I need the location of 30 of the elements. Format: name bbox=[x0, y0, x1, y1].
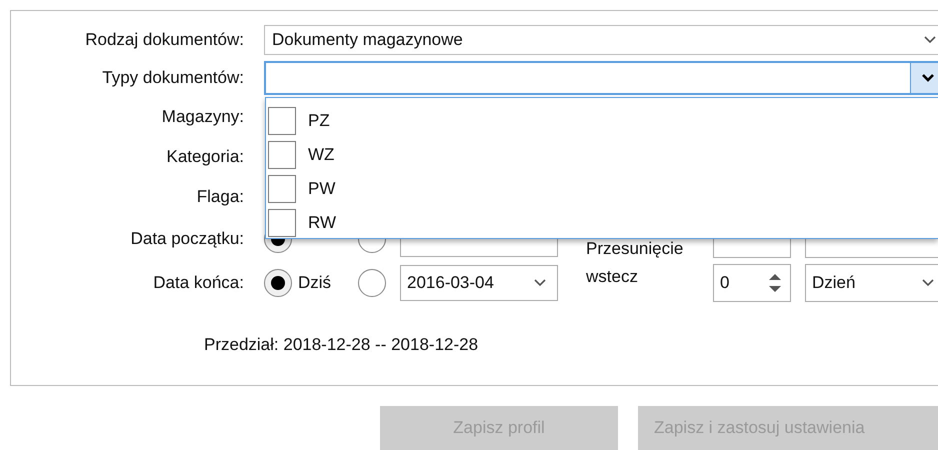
field-label: Flaga: bbox=[196, 186, 244, 208]
chevron-down-icon bbox=[921, 278, 935, 288]
option-label[interactable]: PW bbox=[308, 179, 336, 199]
radio-button[interactable] bbox=[264, 269, 292, 297]
option-label[interactable]: PZ bbox=[308, 111, 330, 131]
dropdown-toggle[interactable] bbox=[910, 63, 938, 93]
document-kind-select[interactable]: Dokumenty magazynowe bbox=[264, 25, 938, 55]
field-label: Kategoria: bbox=[166, 146, 244, 168]
chevron-down-icon bbox=[921, 73, 935, 83]
radio-label: Dziś bbox=[298, 273, 332, 293]
checkbox[interactable] bbox=[268, 175, 296, 203]
field-label: Data początku: bbox=[130, 229, 244, 249]
spinner-arrows-icon bbox=[768, 271, 782, 295]
range-text: Przedział: 2018-12-28 -- 2018-12-28 bbox=[203, 334, 480, 355]
checkbox[interactable] bbox=[268, 107, 296, 135]
checkbox[interactable] bbox=[268, 209, 296, 237]
checkbox[interactable] bbox=[268, 141, 296, 169]
date-picker[interactable]: 2016-03-04 bbox=[400, 265, 558, 301]
option-label[interactable]: RW bbox=[308, 213, 336, 233]
unit-select[interactable]: Dzień bbox=[805, 264, 938, 302]
option-label[interactable]: WZ bbox=[308, 145, 334, 165]
field-label: Data końca: bbox=[152, 273, 244, 293]
spinner-field[interactable]: 0 bbox=[713, 264, 791, 302]
field-label: Typy dokumentów: bbox=[101, 68, 244, 88]
field-label: Magazyny: bbox=[160, 106, 244, 128]
chevron-down-icon bbox=[923, 35, 937, 45]
chevron-down-icon bbox=[533, 278, 547, 288]
field-label: Rodzaj dokumentów: bbox=[84, 30, 244, 50]
shift-label: Przesunięcie wstecz bbox=[586, 238, 684, 288]
radio-button[interactable] bbox=[358, 269, 386, 297]
